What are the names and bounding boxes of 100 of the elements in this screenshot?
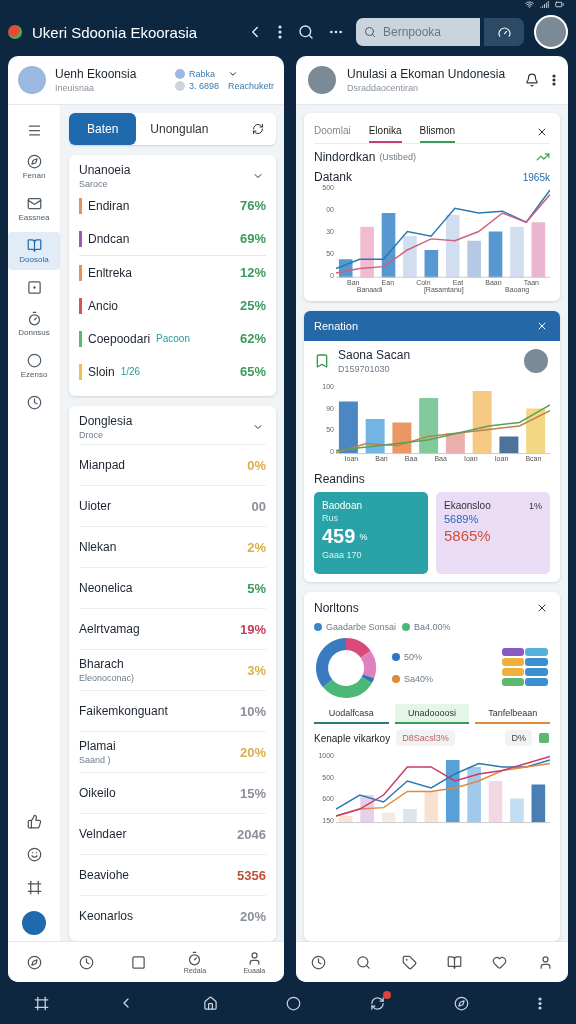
- card-subtitle: Droce: [79, 430, 104, 440]
- segment-tab[interactable]: Baten: [69, 113, 137, 145]
- more-icon: [537, 996, 542, 1010]
- user-icon: [537, 954, 553, 970]
- chart-label: Kenaple vikarkoy: [314, 732, 391, 744]
- row-value: 5356: [237, 867, 266, 883]
- search-field[interactable]: Bernpooka: [356, 18, 480, 46]
- bar: [488, 231, 503, 278]
- bar: [381, 213, 396, 278]
- square-icon: [538, 732, 550, 744]
- bar: [531, 222, 546, 278]
- tile-value: 459: [322, 525, 356, 548]
- bar: [445, 214, 460, 278]
- refresh-button[interactable]: [250, 121, 266, 137]
- gauge-icon: [497, 25, 511, 39]
- bar: [510, 798, 524, 823]
- sidebar-item[interactable]: Fenan: [8, 148, 60, 186]
- user-icon: [246, 950, 262, 966]
- battery-icon: [555, 0, 564, 9]
- row-value: 76%: [239, 198, 266, 213]
- fab-button[interactable]: [22, 911, 46, 935]
- card-title: Donglesia: [79, 414, 134, 428]
- row-value: 0%: [247, 457, 266, 473]
- row-value: 00: [251, 498, 266, 514]
- row-label: Beaviohe: [79, 868, 131, 882]
- row-value: 12%: [239, 265, 266, 280]
- clock-icon: [79, 954, 95, 970]
- row-label: Uioter: [79, 499, 112, 513]
- chart-value: 1965k: [522, 171, 550, 183]
- square-icon: [26, 280, 42, 295]
- tab[interactable]: Uodalfcasa: [314, 704, 389, 724]
- more-icon: [278, 25, 282, 39]
- clock-icon: [26, 395, 42, 410]
- row-value: 20%: [239, 744, 266, 760]
- legend-label: Ba4.00%: [414, 622, 451, 632]
- envelope-icon: [26, 196, 42, 211]
- timer-icon: [187, 950, 203, 966]
- sidebar-item[interactable]: Doosola: [8, 232, 60, 270]
- compass-icon: [26, 954, 42, 970]
- bar: [526, 408, 546, 454]
- notification-button[interactable]: [368, 993, 388, 1013]
- heart-icon: [492, 954, 508, 970]
- row-value: 62%: [239, 331, 266, 346]
- tile-title: Ekaonsloo: [444, 500, 492, 511]
- tab[interactable]: Blismon: [419, 121, 456, 143]
- row-value: 3%: [247, 662, 266, 678]
- circle-icon: [26, 353, 42, 368]
- bar: [499, 436, 519, 454]
- search-icon: [356, 954, 372, 970]
- search-input[interactable]: Bernpooka: [381, 24, 475, 40]
- tab[interactable]: Unadoooosi: [394, 704, 470, 724]
- sidebar-item[interactable]: Ezenso: [8, 347, 60, 385]
- bar: [467, 240, 481, 278]
- row-value: 10%: [239, 703, 266, 719]
- bell-button[interactable]: [523, 71, 541, 89]
- more-icon: [552, 74, 556, 86]
- tab[interactable]: Doomlai: [314, 121, 351, 143]
- segment-tab[interactable]: Unongulan: [136, 113, 223, 145]
- bar: [338, 401, 358, 454]
- tile-caption: Rus: [322, 513, 339, 523]
- card-subtitle: Saroce: [79, 179, 109, 189]
- more-button[interactable]: [276, 23, 284, 41]
- wifi-icon: [525, 0, 534, 9]
- notification-dot: [383, 990, 392, 999]
- tag-icon: [401, 954, 417, 970]
- thumbs-up-icon: [26, 814, 42, 829]
- tab[interactable]: Tanfelbeaan: [475, 704, 550, 724]
- legend-label: 3. 6898: [188, 81, 219, 91]
- tile-title: Baodoan: [322, 500, 364, 511]
- close-icon: [536, 602, 548, 614]
- card-title: Norltons: [314, 601, 360, 615]
- chart-title: Nindordkan: [314, 150, 376, 164]
- smiley-icon: [26, 847, 42, 862]
- row-value: 2%: [247, 539, 266, 555]
- avatar[interactable]: [534, 15, 568, 49]
- row-label: Endiran: [88, 198, 131, 213]
- bell-icon: [525, 73, 539, 87]
- row-value: 2046: [237, 826, 266, 842]
- gauge-button[interactable]: [484, 18, 524, 46]
- row-value: 69%: [239, 231, 266, 246]
- row-label: Faikemkonguant: [79, 704, 169, 718]
- book-icon: [447, 954, 463, 970]
- tab[interactable]: Elonika: [368, 121, 402, 143]
- bar: [488, 781, 503, 823]
- bar: [445, 760, 460, 823]
- chart-note: (Ustibed): [379, 152, 417, 162]
- row-label: Nlekan: [79, 540, 118, 554]
- legend-label: Rabka: [188, 69, 215, 79]
- refresh-icon: [370, 995, 386, 1011]
- app-logo: [8, 25, 22, 39]
- row-value: 5%: [247, 580, 266, 596]
- sidebar-item[interactable]: Donnsus: [8, 305, 60, 343]
- sidebar-item[interactable]: Eassnea: [8, 190, 60, 228]
- row-label: Coepoodari: [88, 331, 151, 346]
- refresh-icon: [252, 123, 264, 135]
- row-label: Velndaer: [79, 827, 128, 841]
- more-button[interactable]: [550, 72, 558, 88]
- bar: [381, 812, 396, 823]
- stat-chip: D%: [505, 730, 532, 746]
- avatar: [522, 347, 550, 375]
